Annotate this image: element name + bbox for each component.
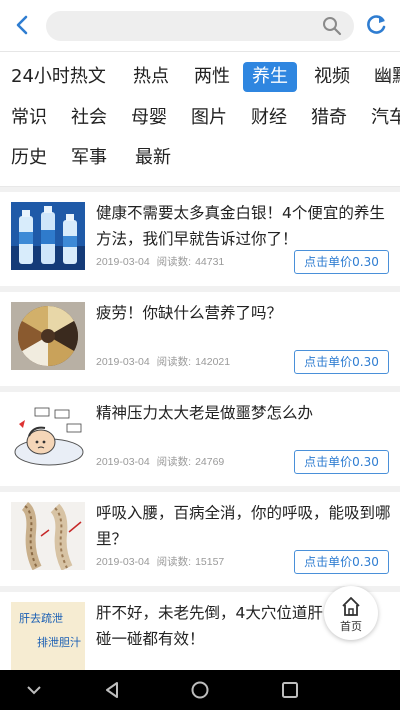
read-count-label: 阅读数: <box>156 256 192 268</box>
tab-common-sense[interactable]: 常识 <box>11 106 47 130</box>
home-button[interactable]: 首页 <box>324 586 378 640</box>
tab-history[interactable]: 历史 <box>11 146 47 170</box>
read-count: 15157 <box>195 556 225 568</box>
article-meta: 2019-03-04 阅读数: 142021 <box>96 354 234 369</box>
click-price-button[interactable]: 点击单价0.30 <box>294 250 389 274</box>
svg-text:肝去疏泄: 肝去疏泄 <box>19 611 63 625</box>
tab-latest[interactable]: 最新 <box>135 146 171 170</box>
article-title[interactable]: 精神压力太大老是做噩梦怎么办 <box>96 400 392 426</box>
read-count: 24769 <box>195 456 225 468</box>
read-count-label: 阅读数: <box>156 456 192 468</box>
article-date: 2019-03-04 <box>96 356 150 368</box>
liver-text-thumbnail: 肝去疏泄 排泄胆汁 <box>11 602 85 670</box>
home-icon <box>342 597 360 616</box>
search-icon[interactable] <box>322 16 342 36</box>
article-item[interactable]: 呼吸入腰，百病全消，你的呼吸，能吸到哪里？ 2019-03-04 阅读数: 151… <box>0 492 400 592</box>
article-date: 2019-03-04 <box>96 456 150 468</box>
article-title[interactable]: 肝不好，未老先倒，4大穴位道肝，碰一碰都有效！ <box>96 600 346 652</box>
article-title[interactable]: 健康不需要太多真金白银！4个便宜的养生方法，我们早就告诉过你了！ <box>96 200 392 252</box>
tab-society[interactable]: 社会 <box>71 106 107 130</box>
back-triangle-icon[interactable] <box>102 680 122 700</box>
article-date: 2019-03-04 <box>96 256 150 268</box>
article-item[interactable]: 精神压力太大老是做噩梦怎么办 2019-03-04 阅读数: 24769 点击单价… <box>0 392 400 492</box>
spine-anatomy-thumbnail <box>11 502 85 570</box>
read-count-label: 阅读数: <box>156 556 192 568</box>
system-nav-bar <box>0 670 400 710</box>
tab-curiosity[interactable]: 猎奇 <box>311 106 347 130</box>
tab-military[interactable]: 军事 <box>71 146 107 170</box>
home-circle-icon[interactable] <box>190 680 210 700</box>
click-price-button[interactable]: 点击单价0.30 <box>294 350 389 374</box>
tab-health[interactable]: 养生 <box>243 62 297 92</box>
refresh-icon[interactable] <box>363 12 389 38</box>
click-price-button[interactable]: 点击单价0.30 <box>294 550 389 574</box>
article-item[interactable]: 健康不需要太多真金白银！4个便宜的养生方法，我们早就告诉过你了！ 2019-03… <box>0 192 400 292</box>
grains-plate-thumbnail <box>11 302 85 370</box>
article-meta: 2019-03-04 阅读数: 15157 <box>96 554 228 569</box>
tab-hot[interactable]: 热点 <box>133 65 169 89</box>
article-date: 2019-03-04 <box>96 556 150 568</box>
click-price-button[interactable]: 点击单价0.30 <box>294 450 389 474</box>
tab-mother-baby[interactable]: 母婴 <box>131 106 167 130</box>
top-bar <box>0 0 400 52</box>
read-count: 44731 <box>195 256 225 268</box>
article-meta: 2019-03-04 阅读数: 24769 <box>96 454 228 469</box>
chevron-down-icon[interactable] <box>24 680 44 700</box>
article-item[interactable]: 疲劳！你缺什么营养了吗？ 2019-03-04 阅读数: 142021 点击单价0… <box>0 292 400 392</box>
tab-pictures[interactable]: 图片 <box>191 106 227 130</box>
svg-text:排泄胆汁: 排泄胆汁 <box>37 635 81 649</box>
tab-auto[interactable]: 汽车 <box>371 106 400 130</box>
read-count-label: 阅读数: <box>156 356 192 368</box>
article-meta: 2019-03-04 阅读数: 44731 <box>96 254 228 269</box>
article-title[interactable]: 疲劳！你缺什么营养了吗？ <box>96 300 392 326</box>
article-title[interactable]: 呼吸入腰，百病全消，你的呼吸，能吸到哪里？ <box>96 500 392 552</box>
read-count: 142021 <box>195 356 231 368</box>
back-arrow-icon[interactable] <box>10 12 36 38</box>
nightmare-cartoon-thumbnail <box>11 402 85 470</box>
tab-video[interactable]: 视频 <box>314 65 350 89</box>
tab-24h-hot[interactable]: 24小时热文 <box>11 65 106 89</box>
tab-humor[interactable]: 幽默 <box>374 65 400 89</box>
tab-finance[interactable]: 财经 <box>251 106 287 130</box>
search-input[interactable] <box>46 11 354 41</box>
home-label: 首页 <box>340 620 362 633</box>
water-bottles-thumbnail <box>11 202 85 270</box>
recents-square-icon[interactable] <box>280 680 300 700</box>
tab-gender[interactable]: 两性 <box>194 65 230 89</box>
category-tabs: 24小时热文 热点 两性 养生 视频 幽默 常识 社会 母婴 图片 财经 猎奇 … <box>0 52 400 180</box>
